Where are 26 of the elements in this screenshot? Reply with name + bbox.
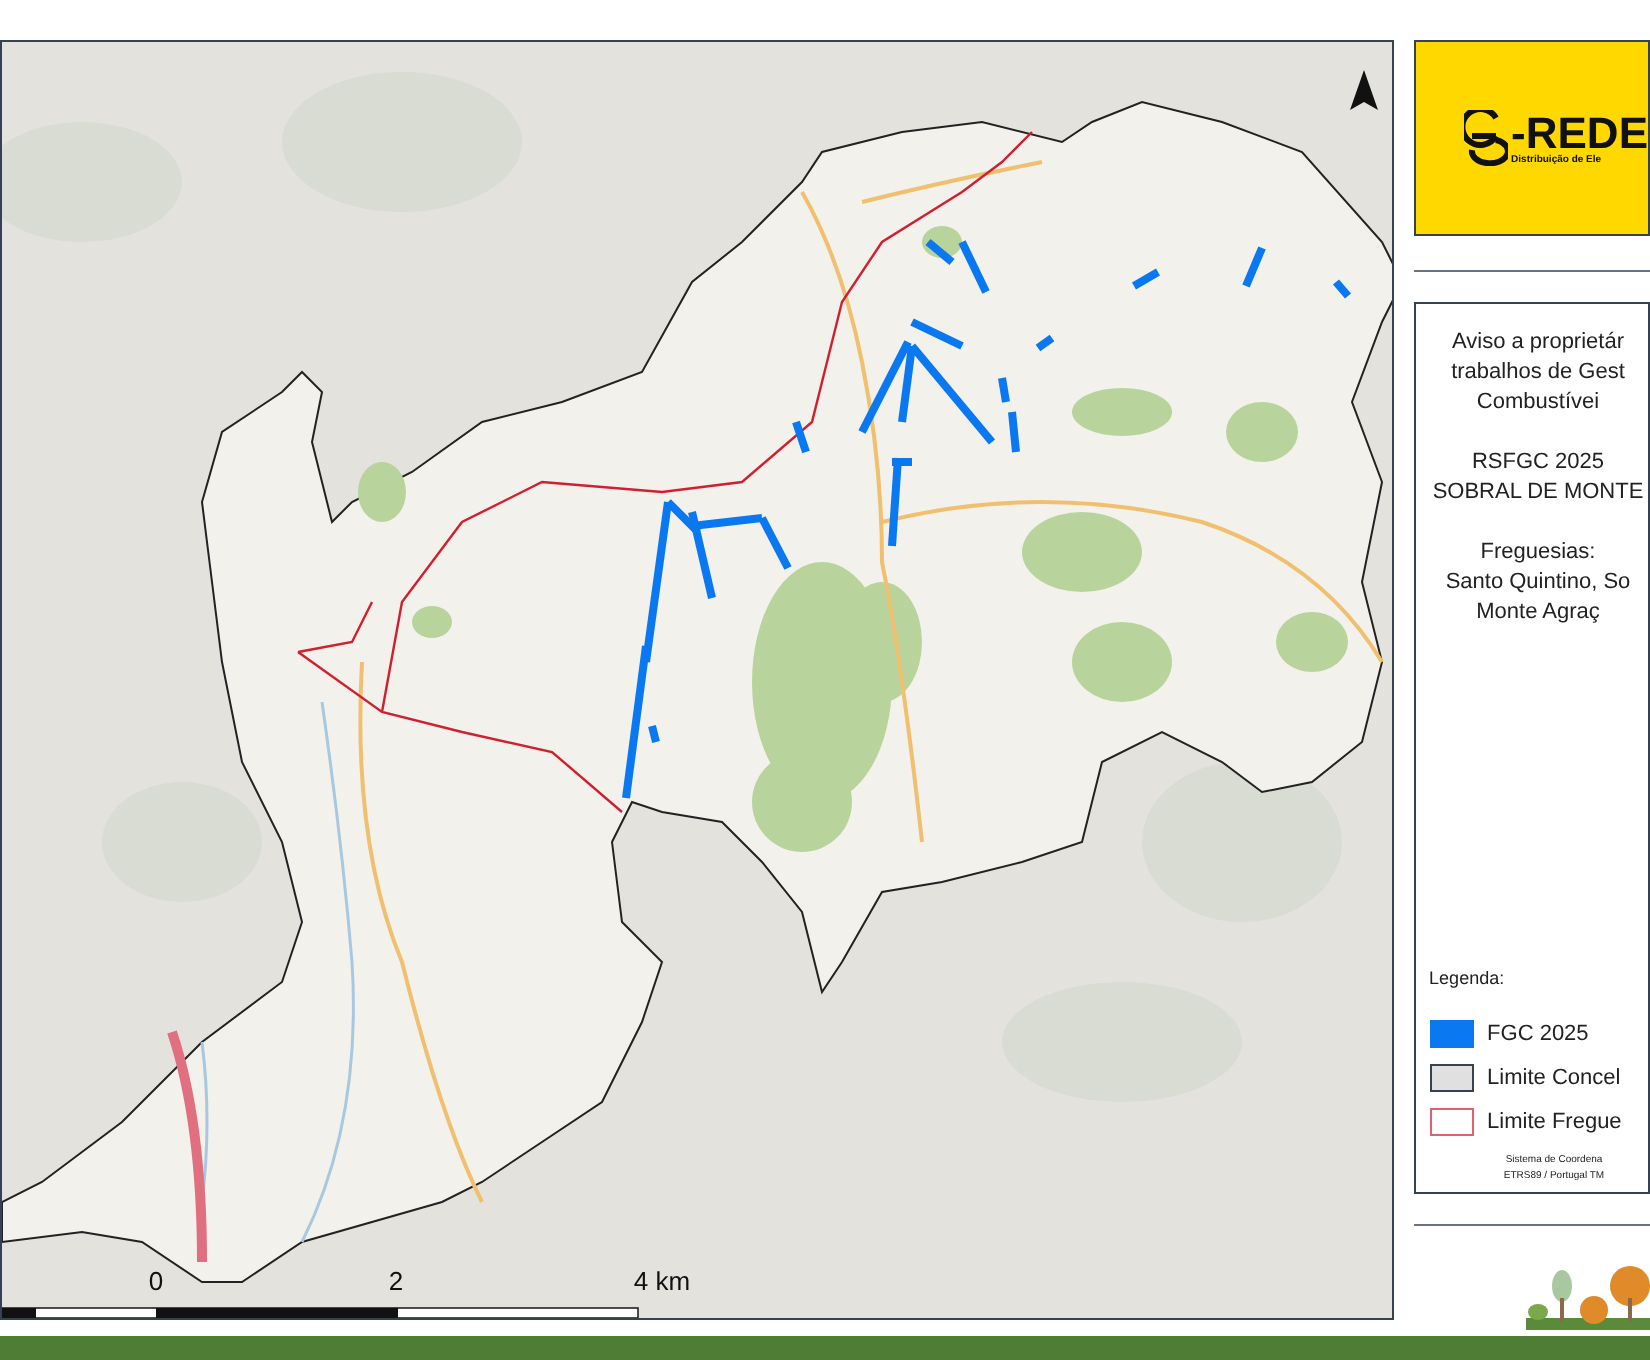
scale-label: 2 [388,1266,404,1296]
notice-text: Aviso a proprietár [1451,328,1624,358]
notice-text: trabalhos de Gest [1451,358,1625,388]
notice-text: Monte Agraç [1476,598,1600,628]
logo-icon [1463,110,1508,166]
legend-label: FGC 2025 [1487,1019,1589,1050]
fgc-line [1132,268,1160,290]
notice-text: RSFGC 2025 [1471,448,1605,478]
fgc-line [1035,334,1055,352]
legend-label: Limite Fregue [1487,1107,1622,1138]
fgc-line [1008,411,1020,453]
notice-text: Freguesias: [1480,538,1596,568]
north-arrow-icon [1350,70,1378,110]
notice-text: Santo Quintino, So [1445,568,1631,598]
legend-label: Limite Concel [1487,1063,1621,1094]
fgc-line [1242,246,1266,288]
legend-title: Legenda: [1429,965,1507,992]
fgc-line [792,420,810,454]
notice-text: SOBRAL DE MONTE [1432,478,1644,508]
fgc-line [925,238,955,266]
logo-wordmark: -REDE [1511,111,1648,155]
fgc-line [958,240,990,294]
scale-label: 0 [148,1266,164,1296]
fgc-line [1332,279,1352,299]
scale-label: 4 km [633,1266,691,1296]
notice-text: Combustívei [1476,388,1600,418]
